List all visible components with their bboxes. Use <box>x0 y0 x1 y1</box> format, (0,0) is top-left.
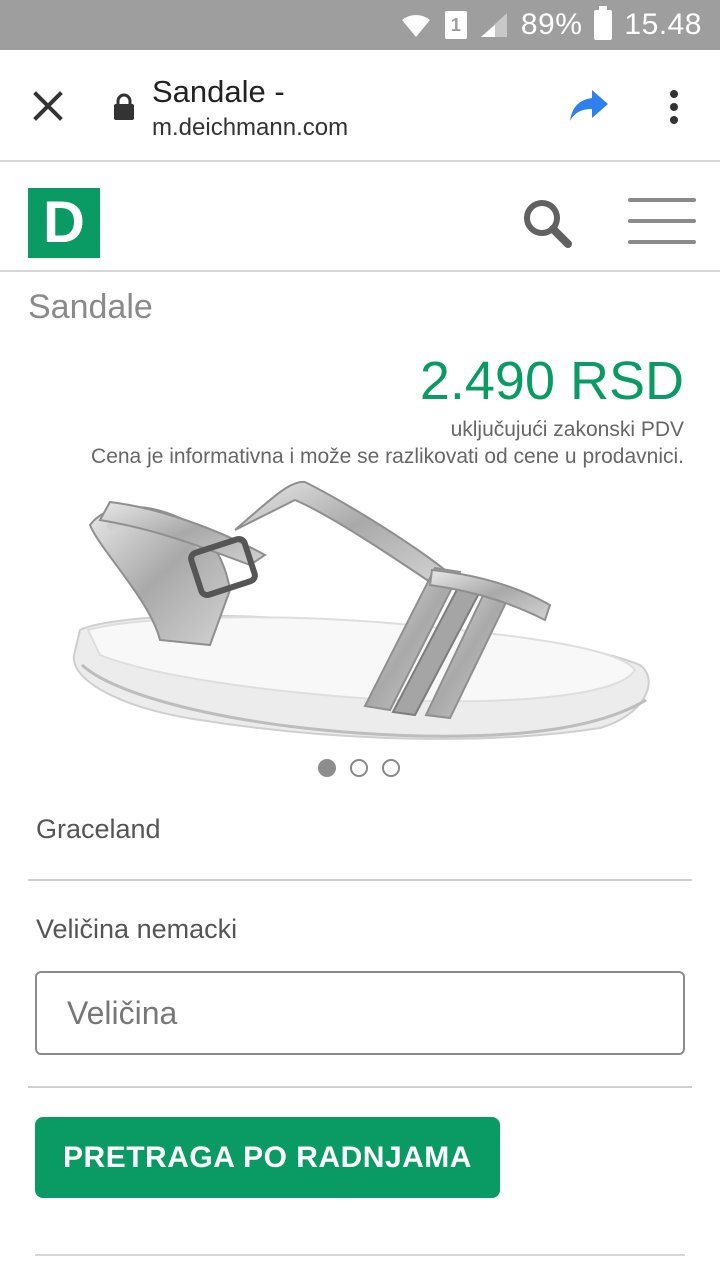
logo-letter: D <box>43 190 85 255</box>
deichmann-logo[interactable]: D <box>28 188 100 258</box>
size-select[interactable]: Veličina <box>35 971 685 1055</box>
image-carousel-dots <box>318 759 414 777</box>
divider <box>28 1086 692 1088</box>
battery-percent: 89% <box>520 8 583 41</box>
battery-icon <box>594 6 613 40</box>
status-bar: 1 89% 15.48 <box>0 0 720 50</box>
more-vert-icon[interactable] <box>660 86 688 126</box>
product-brand: Graceland <box>36 814 161 844</box>
search-icon[interactable] <box>520 196 574 250</box>
url-bar[interactable]: Sandale - m.deichmann.com <box>152 72 348 144</box>
product-category-title: Sandale <box>28 288 153 326</box>
size-select-placeholder: Veličina <box>67 994 178 1031</box>
clock: 15.48 <box>624 8 702 41</box>
carousel-dot-2[interactable] <box>350 759 368 777</box>
product-image-sandal[interactable] <box>60 470 660 755</box>
hamburger-menu-icon[interactable] <box>628 198 696 248</box>
carousel-dot-3[interactable] <box>382 759 400 777</box>
sim-icon: 1 <box>444 11 467 39</box>
signal-icon <box>479 11 509 39</box>
store-search-button[interactable]: PRETRAGA PO RADNJAMA <box>35 1117 500 1198</box>
carousel-dot-1[interactable] <box>318 759 336 777</box>
divider <box>35 1254 685 1256</box>
lock-icon <box>112 92 136 122</box>
page-title: Sandale - <box>152 74 285 109</box>
browser-toolbar: Sandale - m.deichmann.com <box>0 50 720 162</box>
wifi-icon <box>399 11 433 39</box>
product-price: 2.490 RSD <box>419 351 684 411</box>
site-header: D <box>0 164 720 272</box>
share-icon[interactable] <box>566 86 610 126</box>
size-label: Veličina nemacki <box>36 914 238 944</box>
divider <box>28 879 692 881</box>
price-info-note: Cena je informativna i može se razlikova… <box>91 445 684 468</box>
close-icon[interactable] <box>26 84 70 128</box>
vat-note: uključujući zakonski PDV <box>450 418 684 441</box>
url-host: m.deichmann.com <box>152 114 349 141</box>
